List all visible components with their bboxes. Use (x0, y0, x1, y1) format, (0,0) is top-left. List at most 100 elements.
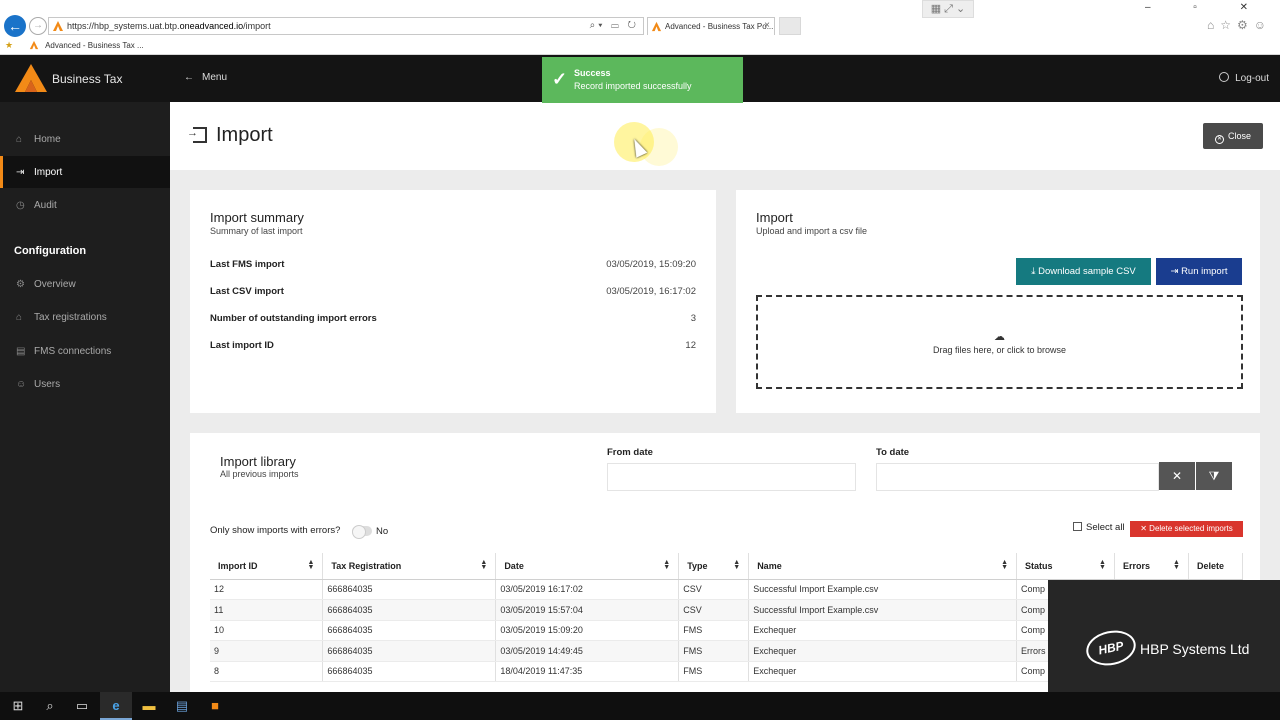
advanced-logo (15, 64, 47, 92)
column-header-status[interactable]: Status ▲ ▼ (1016, 553, 1115, 580)
cell-name: Exchequer (748, 661, 1018, 682)
to-date-input[interactable] (876, 463, 1159, 491)
menu-button[interactable]: ← Menu (184, 72, 227, 83)
from-date-label: From date (607, 447, 653, 458)
summary-row: Last FMS import 03/05/2019, 15:09:20 (210, 259, 696, 270)
advanced-favicon (53, 21, 63, 31)
taskbar: ⊞ ⌕ ▭ e ▬ ▤ ■ (0, 692, 1280, 720)
column-header-date[interactable]: Date ▲ ▼ (495, 553, 680, 580)
brand-name: Business Tax (52, 72, 123, 86)
cell-type: CSV (678, 599, 750, 621)
home-icon: ⌂ (16, 134, 23, 145)
close-button[interactable]: ✕ Close (1203, 123, 1263, 149)
keyboard-toolbar-icon[interactable]: ▦ ⤢ ⌄ (922, 0, 974, 18)
file-explorer-icon[interactable]: ▬ (133, 692, 165, 720)
task-view-icon[interactable]: ▭ (66, 692, 98, 720)
column-header-import-id[interactable]: Import ID ▲ ▼ (210, 553, 324, 580)
bank-icon: ⌂ (16, 312, 23, 323)
errors-toggle-label: Only show imports with errors? (210, 525, 341, 536)
delete-selected-button[interactable]: ✕ Delete selected imports (1130, 521, 1243, 537)
sidebar-item-audit[interactable]: ◷ Audit (0, 189, 170, 221)
filter-button[interactable]: ⧩ (1196, 462, 1232, 490)
sidebar-item-home[interactable]: ⌂ Home (0, 123, 170, 155)
address-bar[interactable]: https://hbp_systems.uat.btp.oneadvanced.… (48, 17, 644, 35)
cloud-upload-icon: ☁ (994, 331, 1005, 343)
users-icon: ☺ (16, 379, 27, 390)
errors-toggle[interactable] (352, 525, 372, 539)
configuration-heading: Configuration (14, 245, 87, 257)
sidebar-item-users[interactable]: ☺ Users (0, 368, 170, 400)
sort-icon[interactable]: ▲ ▼ (1099, 559, 1106, 571)
sidebar-item-import[interactable]: ⇥ Import (0, 156, 170, 188)
close-tab-icon[interactable]: × (764, 20, 770, 31)
run-import-button[interactable]: ⇥ Run import (1156, 258, 1242, 285)
browser-toolbar-icons[interactable]: ⌂☆⚙☺ (1207, 18, 1272, 32)
favorites-star-icon[interactable]: ★ (5, 40, 13, 50)
watermark-company: HBP Systems Ltd (1140, 641, 1250, 657)
column-header-type[interactable]: Type ▲ ▼ (678, 553, 750, 580)
window-controls[interactable]: – ▫ ✕ (1145, 2, 1268, 13)
cell-tax-registration: 666864035 (322, 640, 497, 662)
favorites-bar: ★ Advanced - Business Tax ... (5, 40, 144, 51)
select-all-checkbox[interactable]: Select all (1073, 522, 1125, 533)
sidebar-item-fms-connections[interactable]: ▤ FMS connections (0, 335, 170, 367)
sidebar-item-tax-registrations[interactable]: ⌂ Tax registrations (0, 301, 170, 333)
app-icon[interactable]: ■ (199, 692, 231, 720)
download-sample-csv-button[interactable]: ⤓ Download sample CSV (1016, 258, 1151, 285)
windows-start-icon[interactable]: ⊞ (2, 692, 34, 720)
filter-icon: ⧩ (1208, 469, 1220, 483)
summary-row: Last CSV import 03/05/2019, 16:17:02 (210, 286, 696, 297)
hbp-logo: HBP (1083, 626, 1139, 670)
connection-icon: ▤ (16, 346, 26, 357)
internet-explorer-icon[interactable]: e (100, 692, 132, 720)
close-icon: ✕ (1140, 524, 1150, 533)
column-header-name[interactable]: Name ▲ ▼ (748, 553, 1018, 580)
from-date-input[interactable] (607, 463, 856, 491)
sort-icon[interactable]: ▲ ▼ (480, 559, 487, 571)
library-title: Import library (220, 454, 296, 469)
file-dropzone[interactable]: ☁ Drag files here, or click to browse (756, 295, 1243, 389)
cell-date: 18/04/2019 11:47:35 (495, 661, 680, 682)
cell-type: FMS (678, 640, 750, 662)
sidebar-item-overview[interactable]: ⚙ Overview (0, 268, 170, 300)
address-controls[interactable]: ⌕▾ ▭ ↻ (590, 20, 639, 31)
sort-icon[interactable]: ▲ ▼ (733, 559, 740, 571)
sort-icon[interactable]: ▲ ▼ (307, 559, 314, 571)
toast-title: Success (574, 68, 611, 78)
import-card-title: Import (756, 210, 793, 225)
gear-icon: ⚙ (16, 279, 25, 290)
summary-row: Last import ID 12 (210, 340, 696, 351)
browser-tab[interactable]: Advanced - Business Tax Po... × (647, 17, 775, 35)
brand[interactable]: Business Tax (0, 55, 170, 102)
checkmark-icon: ✓ (552, 69, 568, 89)
cell-tax-registration: 666864035 (322, 620, 497, 641)
new-tab-button[interactable] (779, 17, 801, 35)
toast-message: Record imported successfully (574, 81, 692, 91)
cell-tax-registration: 666864035 (322, 599, 497, 621)
cell-name: Exchequer (748, 640, 1018, 662)
table-header-row: Import ID ▲ ▼ Tax Registration ▲ ▼ Date ▲ ▼ Ty… (210, 553, 1244, 580)
forward-button[interactable]: → (29, 17, 47, 35)
cell-type: FMS (678, 661, 750, 682)
back-button[interactable]: ← (4, 15, 26, 37)
cell-import-id: 10 (210, 620, 324, 641)
run-import-icon: ⇥ (1170, 266, 1182, 277)
errors-toggle-value: No (376, 526, 389, 537)
logout-button[interactable]: Log-out (1219, 72, 1269, 84)
column-header-errors[interactable]: Errors ▲ ▼ (1114, 553, 1189, 580)
sort-icon[interactable]: ▲ ▼ (1173, 559, 1180, 571)
close-icon: ✕ (1171, 469, 1183, 483)
favorite-link[interactable]: Advanced - Business Tax ... (45, 41, 144, 50)
browser-chrome: ← → https://hbp_systems.uat.btp.oneadvan… (0, 0, 1280, 55)
cell-name: Exchequer (748, 620, 1018, 641)
cell-date: 03/05/2019 14:49:45 (495, 640, 680, 662)
column-header-tax-registration[interactable]: Tax Registration ▲ ▼ (322, 553, 497, 580)
success-toast[interactable]: ✓ Success Record imported successfully (542, 57, 743, 103)
clear-filter-button[interactable]: ✕ (1159, 462, 1195, 490)
server-manager-icon[interactable]: ▤ (166, 692, 198, 720)
search-icon[interactable]: ⌕ (34, 692, 66, 720)
sort-icon[interactable]: ▲ ▼ (663, 559, 670, 571)
cell-date: 03/05/2019 15:57:04 (495, 599, 680, 621)
import-upload-card: Import Upload and import a csv file ⤓ Do… (736, 190, 1260, 413)
sort-icon[interactable]: ▲ ▼ (1001, 559, 1008, 571)
